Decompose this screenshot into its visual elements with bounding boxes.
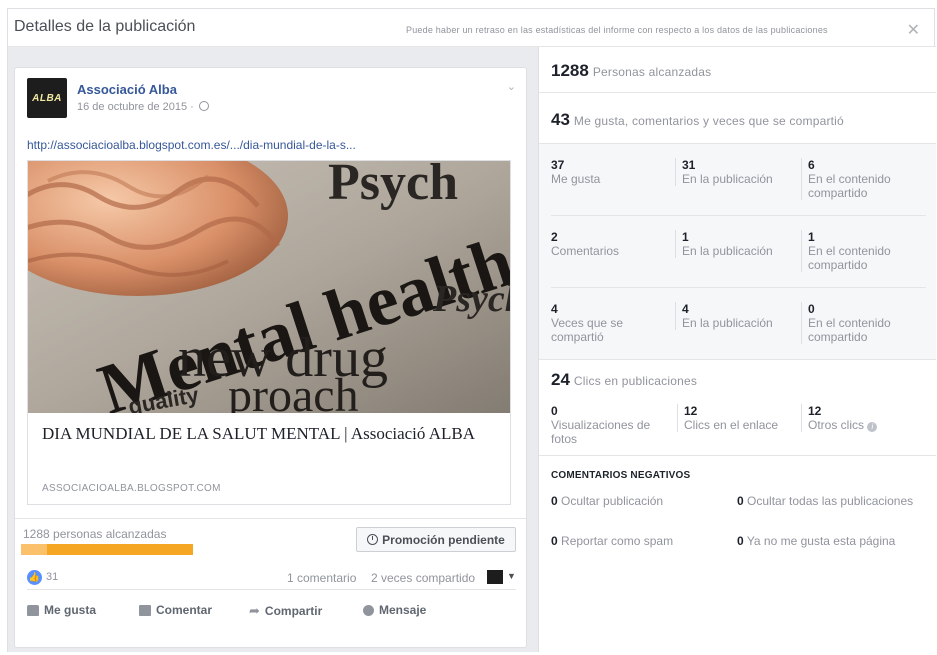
messenger-icon	[363, 604, 374, 616]
share-count-link[interactable]: 2 veces compartido	[371, 571, 475, 585]
mental-health-newspaper-image: Psych Mental health new drug proach qual…	[28, 161, 510, 413]
clock-icon	[367, 534, 379, 545]
comment-icon	[139, 604, 151, 616]
info-icon[interactable]: i	[867, 422, 878, 432]
share-domain: ASSOCIACIOALBA.BLOGSPOT.COM	[42, 483, 221, 494]
close-icon[interactable]: ✕	[907, 20, 920, 40]
engagement-value: 43	[551, 110, 570, 129]
image-word-psych: Psych	[328, 161, 458, 211]
likes-total: 37	[551, 158, 565, 172]
actor-selector-avatar[interactable]	[487, 570, 503, 584]
page-avatar[interactable]: ALBA	[27, 78, 67, 118]
chevron-down-icon[interactable]: ⌄	[507, 80, 516, 93]
like-reaction-icon[interactable]: 👍	[27, 570, 42, 585]
post-card: ALBA Associació Alba 16 de octubre de 20…	[14, 67, 527, 648]
comments-row: 2 Comentarios 1 En la publicación 1 En el c…	[551, 216, 926, 288]
likes-on-shares: 6	[808, 158, 815, 172]
shares-on-post-label: En la publicación	[682, 316, 773, 330]
reach-summary: 1288 personas alcanzadas Promoción pendi…	[15, 518, 526, 563]
link-clicks-value: 12	[684, 404, 698, 418]
dialog-header: Detalles de la publicación Puede haber u…	[8, 9, 936, 47]
reach-value: 1288	[551, 61, 589, 80]
caret-down-icon[interactable]: ▼	[507, 571, 516, 581]
reach-stat-label: Personas alcanzadas	[592, 65, 712, 79]
hide-all-stat: 0 Ocultar todas las publicaciones	[737, 494, 914, 508]
post-clicks: 24 Clics en publicaciones 0 Visualizacione…	[539, 360, 936, 456]
shares-total: 4	[551, 302, 558, 316]
share-title[interactable]: DIA MUNDIAL DE LA SALUT MENTAL | Associa…	[42, 423, 492, 444]
comments-on-shares-label: En el contenido compartido	[808, 244, 891, 272]
likes-row: 37 Me gusta 31 En la publicación 6 En el co…	[551, 144, 926, 216]
image-word-psychi: Psychi	[432, 278, 510, 320]
engagement-breakdown: 37 Me gusta 31 En la publicación 6 En el co…	[539, 144, 936, 360]
post-url-link[interactable]: http://associacioalba.blogspot.com.es/..…	[27, 138, 356, 152]
comments-on-post-label: En la publicación	[682, 244, 773, 258]
comments-on-post: 1	[682, 230, 689, 244]
post-details-dialog: Detalles de la publicación Puede haber u…	[7, 8, 936, 652]
image-word-proach: proach	[228, 369, 359, 413]
share-image: Psych Mental health new drug proach qual…	[28, 161, 510, 413]
photo-views-value: 0	[551, 404, 558, 418]
reach-bar-organic	[21, 544, 47, 555]
comment-button[interactable]: Comentar	[139, 603, 212, 617]
post-preview-panel: ALBA Associació Alba 16 de octubre de 20…	[8, 47, 538, 652]
photo-views-label: Visualizaciones de fotos	[551, 418, 651, 446]
reach-bar	[21, 544, 193, 555]
reach-stat: 1288 Personas alcanzadas	[539, 47, 936, 93]
shares-on-shares: 0	[808, 302, 815, 316]
shares-row: 4 Veces que se compartió 4 En la publicaci…	[551, 288, 926, 360]
other-clicks-label: Otros clics	[808, 418, 865, 432]
negative-feedback-title: COMENTARIOS NEGATIVOS	[551, 470, 691, 481]
post-actions: Me gusta Comentar ➦ Compartir Mensaje	[27, 598, 516, 624]
link-share-attachment[interactable]: Psych Mental health new drug proach qual…	[27, 160, 511, 505]
comments-total-label: Comentarios	[551, 244, 620, 258]
page-name-link[interactable]: Associació Alba	[77, 82, 177, 97]
engagement-stats-row: 👍 31 1 comentario 2 veces compartido ▼	[27, 568, 516, 590]
likes-on-post-label: En la publicación	[682, 172, 773, 186]
unlike-page-stat: 0 Ya no me gusta esta página	[737, 534, 896, 548]
likes-on-shares-label: En el contenido compartido	[808, 172, 891, 200]
reach-label: 1288 personas alcanzadas	[23, 527, 167, 541]
dialog-title: Detalles de la publicación	[14, 18, 196, 35]
spam-report-stat: 0 Reportar como spam	[551, 534, 674, 548]
pending-promotion-button[interactable]: Promoción pendiente	[356, 527, 516, 552]
message-button[interactable]: Mensaje	[363, 603, 426, 617]
like-count[interactable]: 31	[46, 571, 58, 583]
post-timestamp[interactable]: 16 de octubre de 2015 ·	[77, 101, 209, 113]
shares-on-post: 4	[682, 302, 689, 316]
share-arrow-icon: ➦	[249, 603, 260, 618]
share-button[interactable]: ➦ Compartir	[249, 603, 322, 619]
shares-total-label: Veces que se compartió	[551, 316, 624, 344]
shares-on-shares-label: En el contenido compartido	[808, 316, 891, 344]
link-clicks-label: Clics en el enlace	[684, 418, 779, 432]
clicks-label: Clics en publicaciones	[573, 374, 698, 388]
likes-total-label: Me gusta	[551, 172, 601, 186]
insights-panel: 1288 Personas alcanzadas 43 Me gusta, come…	[538, 47, 936, 652]
comments-total: 2	[551, 230, 558, 244]
other-clicks-value: 12	[808, 404, 822, 418]
engagement-stat: 43 Me gusta, comentarios y veces que se c…	[539, 93, 936, 144]
comment-count-link[interactable]: 1 comentario	[287, 571, 356, 585]
likes-on-post: 31	[682, 158, 696, 172]
engagement-label: Me gusta, comentarios y veces que se com…	[573, 114, 844, 128]
negative-feedback: COMENTARIOS NEGATIVOS 0 Ocultar publicac…	[539, 456, 936, 556]
like-button[interactable]: Me gusta	[27, 603, 96, 617]
clicks-value: 24	[551, 370, 570, 389]
thumbs-up-icon	[27, 604, 39, 616]
comments-on-shares: 1	[808, 230, 815, 244]
globe-icon	[198, 101, 209, 111]
hide-post-stat: 0 Ocultar publicación	[551, 494, 664, 508]
delay-notice: Puede haber un retraso en las estadístic…	[406, 25, 828, 35]
